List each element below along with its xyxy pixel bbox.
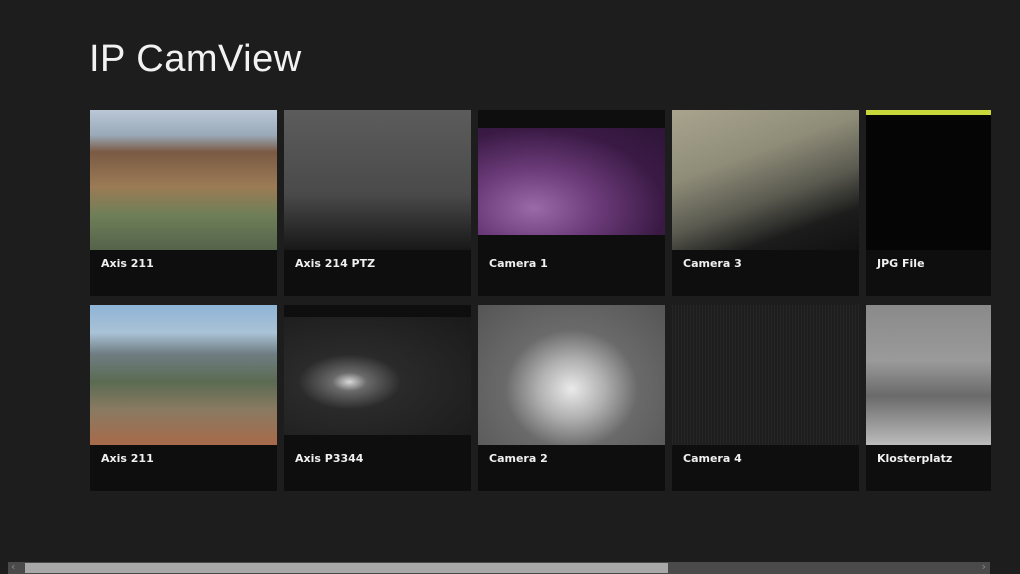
camera-preview	[866, 110, 991, 250]
camera-tile[interactable]: JPG File	[866, 110, 991, 296]
camera-tile[interactable]: Axis 211	[90, 110, 277, 296]
camera-preview	[90, 110, 277, 250]
camera-preview	[672, 110, 859, 250]
camera-preview	[866, 305, 991, 445]
camera-tile[interactable]: Camera 2	[478, 305, 665, 491]
camera-tile[interactable]: Klosterplatz	[866, 305, 991, 491]
camera-tile[interactable]: Axis 214 PTZ	[284, 110, 471, 296]
scroll-right-icon[interactable]: ›	[982, 560, 986, 573]
camera-preview	[478, 128, 665, 235]
camera-tile[interactable]: Axis 211	[90, 305, 277, 491]
camera-label: Camera 3	[683, 257, 742, 270]
camera-preview	[90, 305, 277, 445]
camera-label: Camera 2	[489, 452, 548, 465]
camera-tile[interactable]: Camera 4	[672, 305, 859, 491]
camera-label: Axis 214 PTZ	[295, 257, 376, 270]
camera-tile[interactable]: Axis P3344	[284, 305, 471, 491]
camera-label: Klosterplatz	[877, 452, 953, 465]
camera-tile[interactable]: Camera 1	[478, 110, 665, 296]
camera-tile[interactable]: Camera 3	[672, 110, 859, 296]
camera-preview	[284, 317, 471, 435]
scrollbar-thumb[interactable]	[25, 563, 668, 573]
scroll-left-icon[interactable]: ‹	[11, 560, 15, 573]
app-title: IP CamView	[89, 38, 302, 80]
camera-label: JPG File	[877, 257, 925, 270]
camera-label: Camera 4	[683, 452, 742, 465]
camera-label: Camera 1	[489, 257, 548, 270]
camera-label: Axis P3344	[295, 452, 364, 465]
camera-label: Axis 211	[101, 452, 154, 465]
camera-preview	[672, 305, 859, 445]
camera-preview	[478, 305, 665, 445]
camera-preview	[284, 110, 471, 250]
camera-label: Axis 211	[101, 257, 154, 270]
horizontal-scrollbar[interactable]: ‹ ›	[8, 560, 990, 574]
